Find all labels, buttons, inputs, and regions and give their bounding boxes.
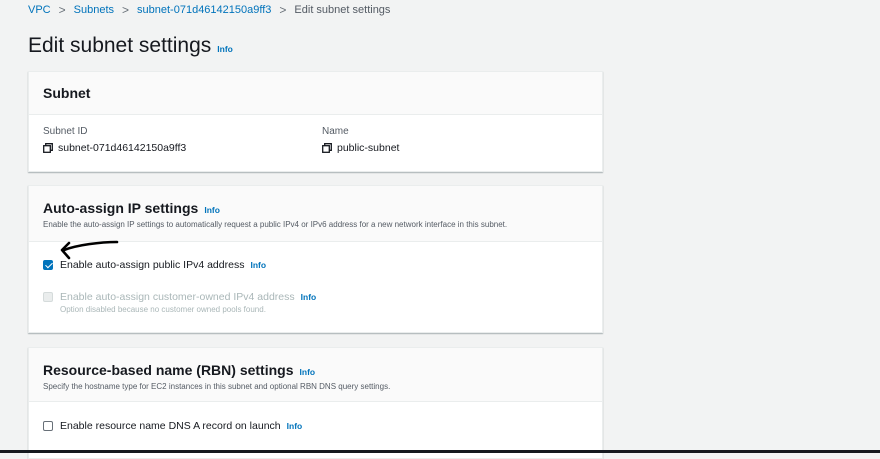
name-value-row: public-subnet: [322, 142, 399, 154]
subnet-panel-title: Subnet: [43, 85, 91, 101]
rbn-info-link[interactable]: Info: [300, 367, 316, 377]
breadcrumb-separator: >: [279, 3, 287, 17]
breadcrumb-subnet-id[interactable]: subnet-071d46142150a9ff3: [137, 4, 271, 16]
ipv4-label[interactable]: Enable auto-assign public IPv4 address: [60, 259, 244, 271]
subnet-panel: Subnet Subnet ID subnet-071d46142150a9ff…: [28, 71, 603, 172]
customer-ipv4-checkbox: [43, 292, 53, 302]
annotation-arrow-icon: [60, 240, 119, 260]
copy-icon[interactable]: [322, 143, 332, 153]
breadcrumb-separator: >: [122, 3, 130, 17]
dns-a-info-link[interactable]: Info: [287, 421, 303, 431]
page-title-text: Edit subnet settings: [28, 34, 212, 57]
dns-a-label[interactable]: Enable resource name DNS A record on lau…: [60, 420, 281, 432]
dns-a-checkbox[interactable]: [43, 421, 53, 431]
customer-ipv4-description: Option disabled because no customer owne…: [60, 305, 266, 314]
customer-ipv4-label: Enable auto-assign customer-owned IPv4 a…: [60, 291, 295, 303]
customer-ipv4-checkbox-row: Enable auto-assign customer-owned IPv4 a…: [43, 291, 316, 314]
page-info-link[interactable]: Info: [217, 44, 233, 54]
auto-assign-description: Enable the auto-assign IP settings to au…: [43, 220, 508, 229]
breadcrumb-vpc[interactable]: VPC: [28, 4, 51, 16]
name-label: Name: [322, 126, 349, 137]
subnet-id-value-row: subnet-071d46142150a9ff3: [43, 142, 186, 154]
ipv4-checkbox-row[interactable]: Enable auto-assign public IPv4 address I…: [43, 259, 266, 271]
auto-assign-info-link[interactable]: Info: [204, 205, 220, 215]
rbn-description: Specify the hostname type for EC2 instan…: [43, 382, 391, 391]
ipv4-label-row: Enable auto-assign public IPv4 address I…: [60, 259, 266, 271]
copy-icon[interactable]: [43, 143, 53, 153]
subnet-id-value: subnet-071d46142150a9ff3: [58, 142, 187, 154]
rbn-panel: Resource-based name (RBN) settings Info …: [28, 347, 603, 459]
rbn-title-text: Resource-based name (RBN) settings: [43, 362, 294, 378]
breadcrumb-separator: >: [58, 3, 66, 17]
rbn-panel-title: Resource-based name (RBN) settings Info: [43, 362, 588, 378]
breadcrumb: VPC > Subnets > subnet-071d46142150a9ff3…: [28, 3, 390, 17]
auto-assign-panel-title: Auto-assign IP settings Info: [43, 200, 588, 216]
customer-ipv4-label-row: Enable auto-assign customer-owned IPv4 a…: [60, 291, 316, 303]
auto-assign-title-text: Auto-assign IP settings: [43, 200, 199, 216]
page-title: Edit subnet settings Info: [28, 34, 233, 58]
subnet-panel-header: Subnet: [29, 72, 602, 115]
ipv4-info-link[interactable]: Info: [250, 260, 266, 270]
name-field: Name public-subnet: [322, 126, 399, 154]
rbn-panel-header: Resource-based name (RBN) settings Info …: [29, 348, 602, 402]
breadcrumb-current: Edit subnet settings: [294, 4, 391, 16]
subnet-id-field: Subnet ID subnet-071d46142150a9ff3: [43, 126, 186, 154]
customer-ipv4-info-link[interactable]: Info: [301, 292, 317, 302]
auto-assign-panel-header: Auto-assign IP settings Info Enable the …: [29, 186, 602, 242]
name-value: public-subnet: [337, 142, 400, 154]
dns-a-checkbox-row[interactable]: Enable resource name DNS A record on lau…: [43, 420, 302, 432]
subnet-id-label: Subnet ID: [43, 126, 88, 137]
dns-a-label-row: Enable resource name DNS A record on lau…: [60, 420, 302, 432]
ipv4-checkbox[interactable]: [43, 260, 53, 270]
breadcrumb-subnets[interactable]: Subnets: [74, 4, 114, 16]
